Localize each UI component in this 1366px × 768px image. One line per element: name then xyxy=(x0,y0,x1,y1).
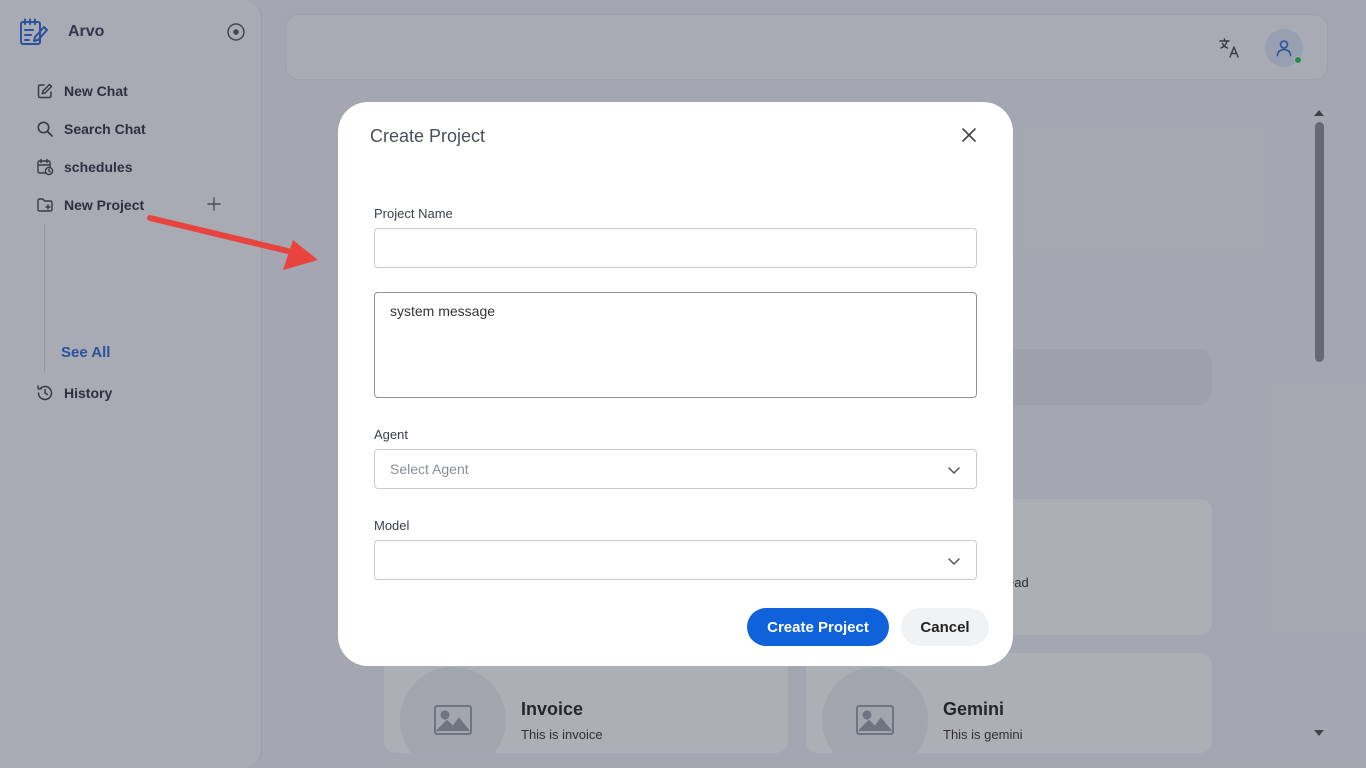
agent-label: Agent xyxy=(374,427,408,442)
create-project-button[interactable]: Create Project xyxy=(747,608,889,646)
project-name-label: Project Name xyxy=(374,206,453,221)
close-icon[interactable] xyxy=(960,126,978,144)
model-label: Model xyxy=(374,518,410,533)
cancel-button[interactable]: Cancel xyxy=(901,608,989,646)
create-project-dialog: Create Project Project Name Agent Select… xyxy=(338,102,1013,666)
annotation-arrow-icon xyxy=(147,215,318,270)
model-select[interactable] xyxy=(374,540,977,580)
agent-select[interactable]: Select Agent xyxy=(374,449,977,489)
chevron-down-icon xyxy=(947,463,961,477)
project-name-input[interactable] xyxy=(374,228,977,268)
system-message-textarea[interactable] xyxy=(374,292,977,398)
chevron-down-icon xyxy=(947,554,961,568)
dialog-title: Create Project xyxy=(370,126,486,146)
agent-select-placeholder: Select Agent xyxy=(390,461,469,477)
